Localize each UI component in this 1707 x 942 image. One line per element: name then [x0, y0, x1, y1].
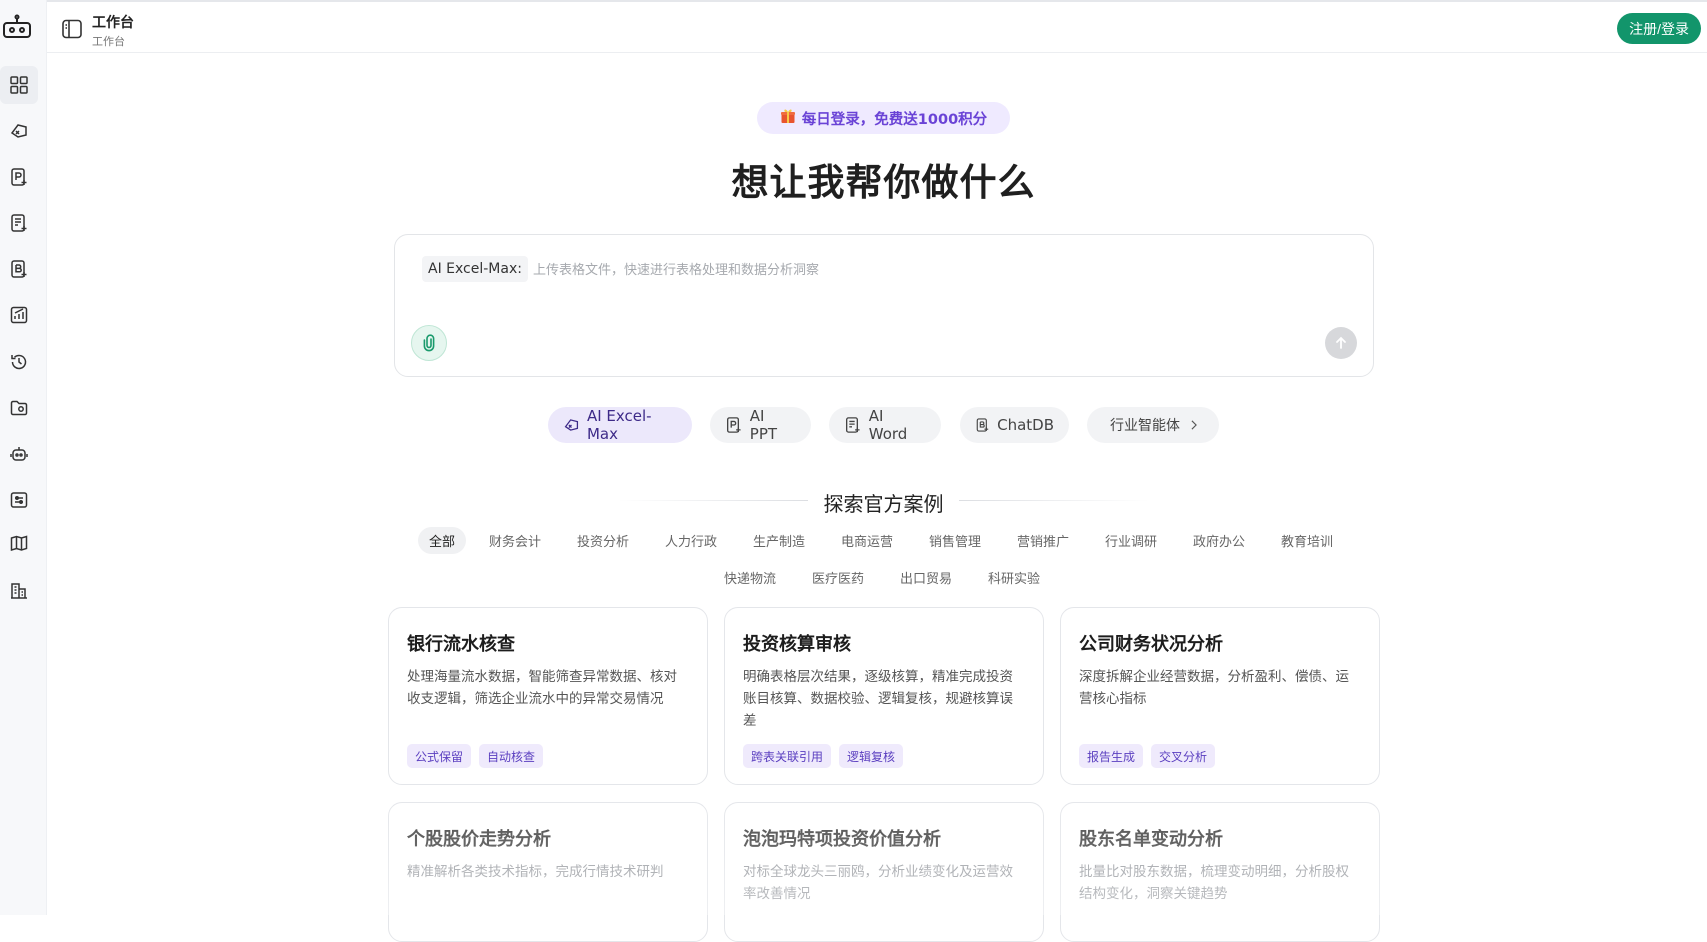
ppt-icon — [727, 417, 741, 433]
card-description: 精准解析各类技术指标，完成行情技术研判 — [407, 864, 664, 880]
case-card[interactable]: 泡泡玛特项投资价值分析 对标全球龙头三丽鸥，分析业绩变化及运营效率改善情况 — [724, 802, 1044, 942]
login-button[interactable]: 注册/登录 — [1617, 13, 1701, 44]
card-tag: 公式保留 — [407, 744, 472, 768]
mode-excel-max[interactable]: AI Excel-Max — [548, 407, 692, 443]
divider-right — [959, 500, 1149, 501]
mode-label: AI PPT — [749, 407, 778, 443]
sidebar-toggle-icon[interactable] — [61, 18, 83, 40]
sidebar-item-files[interactable] — [0, 389, 38, 427]
sidebar — [0, 0, 47, 915]
case-card[interactable]: 股东名单变动分析 批量比对股东数据，梳理变动明细，分析股权结构变化，洞察关键趋势 — [1060, 802, 1380, 942]
category-ecommerce[interactable]: 电商运营 — [830, 527, 904, 554]
page-breadcrumb: 工作台 — [92, 35, 125, 48]
card-description: 批量比对股东数据，梳理变动明细，分析股权结构变化，洞察关键趋势 — [1079, 864, 1349, 902]
arrow-up-icon — [1336, 336, 1346, 349]
chatdb-icon — [976, 418, 989, 432]
case-card[interactable]: 银行流水核查 处理海量流水数据，智能筛查异常数据、核对收支逻辑，筛选企业流水中的… — [388, 607, 708, 785]
category-investment[interactable]: 投资分析 — [566, 527, 640, 554]
mode-label: 行业智能体 — [1110, 418, 1180, 434]
top-bar: 工作台 工作台 注册/登录 — [47, 0, 1707, 53]
excel-icon — [10, 124, 27, 138]
category-logistics[interactable]: 快递物流 — [713, 564, 787, 591]
mode-label: AI Excel-Max — [586, 407, 652, 443]
card-description: 深度拆解企业经营数据，分析盈利、偿债、运营核心指标 — [1079, 669, 1349, 707]
case-card[interactable]: 个股股价走势分析 精准解析各类技术指标，完成行情技术研判 — [388, 802, 708, 942]
category-finance[interactable]: 财务会计 — [478, 527, 552, 554]
category-sales[interactable]: 销售管理 — [918, 527, 992, 554]
sidebar-item-excel[interactable] — [0, 112, 38, 150]
chatdb-icon — [11, 260, 27, 278]
card-description: 明确表格层次结果，逐级核算，精准完成投资账目核算、数据校验、逻辑复核，规避核算误… — [743, 669, 1013, 729]
send-button[interactable] — [1325, 327, 1357, 359]
mode-label: ChatDB — [997, 416, 1054, 434]
category-research[interactable]: 行业调研 — [1094, 527, 1168, 554]
card-description: 对标全球龙头三丽鸥，分析业绩变化及运营效率改善情况 — [743, 864, 1013, 902]
word-icon — [845, 417, 860, 433]
headline: 想让我帮你做什么 — [731, 161, 1036, 204]
card-title: 股东名单变动分析 — [1079, 829, 1223, 850]
prompt-input[interactable]: 上传表格文件，快速进行表格处理和数据分析洞察 — [533, 259, 819, 278]
category-science[interactable]: 科研实验 — [977, 564, 1051, 591]
card-title: 投资核算审核 — [743, 634, 851, 655]
history-icon — [11, 354, 27, 370]
word-icon — [11, 214, 27, 232]
card-description: 处理海量流水数据，智能筛查异常数据、核对收支逻辑，筛选企业流水中的异常交易情况 — [407, 669, 677, 707]
section-title: 探索官方案例 — [823, 492, 944, 516]
card-tag: 自动核查 — [479, 744, 544, 768]
card-tag: 报告生成 — [1079, 744, 1144, 768]
prompt-composer[interactable]: AI Excel-Max: 上传表格文件，快速进行表格处理和数据分析洞察 — [394, 234, 1374, 377]
chart-icon — [10, 306, 28, 324]
card-title: 公司财务状况分析 — [1079, 634, 1223, 655]
category-hr[interactable]: 人力行政 — [654, 527, 728, 554]
excel-icon — [564, 419, 579, 431]
sidebar-item-word[interactable] — [0, 204, 38, 242]
category-export[interactable]: 出口贸易 — [889, 564, 963, 591]
chevron-right-icon — [1191, 420, 1197, 430]
building-icon — [11, 583, 27, 599]
category-marketing[interactable]: 营销推广 — [1006, 527, 1080, 554]
category-government[interactable]: 政府办公 — [1182, 527, 1256, 554]
mode-label: AI Word — [868, 407, 908, 443]
mode-industry-agents[interactable]: 行业智能体 — [1087, 407, 1219, 443]
robot-icon — [10, 447, 28, 461]
sidebar-item-history[interactable] — [0, 343, 38, 381]
grid-icon — [10, 76, 28, 94]
sidebar-item-analytics[interactable] — [0, 296, 38, 334]
card-title: 泡泡玛特项投资价值分析 — [743, 829, 941, 850]
paperclip-icon — [423, 334, 435, 352]
model-tag[interactable]: AI Excel-Max: — [422, 256, 528, 282]
card-title: 银行流水核查 — [407, 634, 515, 655]
promo-banner[interactable]: 每日登录，免费送1000积分 — [757, 102, 1010, 134]
sidebar-item-agents[interactable] — [0, 435, 38, 473]
robot-logo-icon[interactable] — [0, 10, 34, 44]
book-icon — [10, 535, 28, 552]
category-manufacturing[interactable]: 生产制造 — [742, 527, 816, 554]
card-tag: 跨表关联引用 — [743, 744, 832, 768]
mode-word[interactable]: AI Word — [829, 407, 941, 443]
gift-icon — [780, 108, 796, 128]
category-all[interactable]: 全部 — [418, 527, 467, 554]
promo-text: 每日登录，免费送1000积分 — [801, 111, 988, 128]
card-title: 个股股价走势分析 — [407, 829, 551, 850]
attach-button[interactable] — [411, 325, 447, 361]
sidebar-item-chatdb[interactable] — [0, 250, 38, 288]
sidebar-item-enterprise[interactable] — [0, 572, 38, 610]
page-title: 工作台 — [92, 15, 134, 31]
case-card[interactable]: 投资核算审核 明确表格层次结果，逐级核算，精准完成投资账目核算、数据校验、逻辑复… — [724, 607, 1044, 785]
case-card[interactable]: 公司财务状况分析 深度拆解企业经营数据，分析盈利、偿债、运营核心指标 报告生成 … — [1060, 607, 1380, 785]
mode-ppt[interactable]: AI PPT — [710, 407, 811, 443]
sidebar-item-knowledge[interactable] — [0, 525, 38, 563]
sidebar-item-workspace[interactable] — [0, 66, 38, 104]
folder-icon — [10, 400, 28, 416]
card-tag: 逻辑复核 — [839, 744, 904, 768]
category-education[interactable]: 教育培训 — [1270, 527, 1344, 554]
mode-chatdb[interactable]: ChatDB — [960, 407, 1069, 443]
category-medical[interactable]: 医疗医药 — [801, 564, 875, 591]
card-tag: 交叉分析 — [1151, 744, 1216, 768]
